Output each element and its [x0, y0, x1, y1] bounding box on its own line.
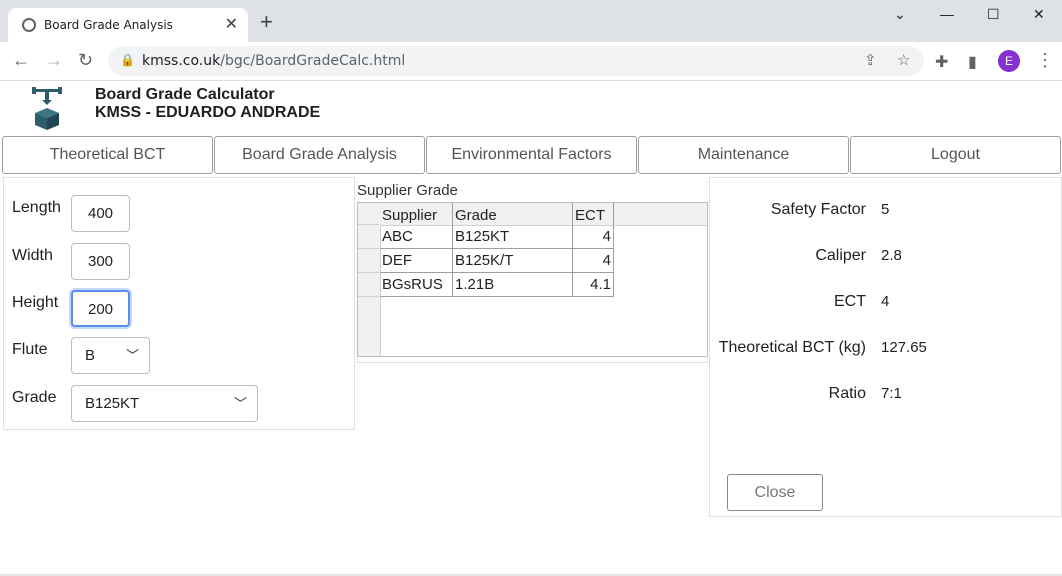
- column-header-supplier[interactable]: Supplier: [380, 203, 453, 225]
- extensions-puzzle-icon[interactable]: ✚: [935, 52, 948, 72]
- window-close-icon[interactable]: ✕: [1033, 6, 1045, 23]
- tab-board-grade-analysis[interactable]: Board Grade Analysis: [214, 136, 425, 174]
- supplier-panel-border: [357, 358, 708, 363]
- browser-tabstrip: Board Grade Analysis ✕ + ⌄ — ☐ ✕: [0, 0, 1062, 42]
- height-input[interactable]: 200: [71, 290, 130, 327]
- tab-maintenance[interactable]: Maintenance: [638, 136, 849, 174]
- corner-cell: [358, 203, 379, 225]
- row-selector[interactable]: [358, 273, 379, 297]
- table-cell[interactable]: ABC: [380, 225, 453, 249]
- flute-value: B: [85, 347, 96, 364]
- table-cell[interactable]: 1.21B: [453, 273, 573, 297]
- table-cell[interactable]: 4: [573, 225, 614, 249]
- app-title: Board Grade Calculator: [95, 86, 275, 103]
- url-input[interactable]: 🔒 kmss.co.uk/bgc/BoardGradeCalc.html ⇪ ☆: [108, 46, 924, 76]
- row-selector[interactable]: [358, 225, 379, 249]
- height-label: Height: [12, 294, 59, 311]
- length-label: Length: [12, 199, 61, 216]
- flute-label: Flute: [12, 341, 48, 358]
- minimize-icon[interactable]: —: [940, 6, 954, 22]
- chevron-down-icon: ﹀: [125, 348, 139, 363]
- close-button[interactable]: Close: [727, 474, 823, 511]
- grade-value: B125KT: [85, 395, 140, 412]
- tab-logout[interactable]: Logout: [850, 136, 1061, 174]
- bookmark-star-icon[interactable]: ☆: [897, 51, 910, 69]
- width-label: Width: [12, 247, 53, 264]
- ratio-label: Ratio: [828, 385, 866, 402]
- safety-factor-label: Safety Factor: [770, 201, 866, 218]
- supplier-grade-caption: Supplier Grade: [357, 182, 458, 199]
- side-panel-icon[interactable]: ▮: [968, 52, 977, 72]
- row-header-column: [358, 203, 381, 356]
- lock-icon: 🔒: [120, 53, 135, 67]
- column-header-grade[interactable]: Grade: [453, 203, 573, 225]
- ratio-value: 7:1: [881, 385, 902, 402]
- ect-label: ECT: [834, 293, 866, 310]
- tab-environmental-factors[interactable]: Environmental Factors: [426, 136, 637, 174]
- profile-avatar[interactable]: E: [998, 50, 1020, 72]
- share-icon[interactable]: ⇪: [864, 51, 877, 69]
- menu-kebab-icon[interactable]: ⋮: [1036, 50, 1054, 71]
- ect-value: 4: [881, 293, 890, 310]
- table-cell[interactable]: 4: [573, 249, 614, 273]
- table-cell[interactable]: DEF: [380, 249, 453, 273]
- grade-label: Grade: [12, 389, 57, 406]
- tab-close-icon[interactable]: ✕: [225, 14, 238, 34]
- caliper-label: Caliper: [815, 247, 866, 264]
- url-text: kmss.co.uk/bgc/BoardGradeCalc.html: [142, 53, 406, 69]
- tab-title: Board Grade Analysis: [44, 18, 173, 32]
- width-input[interactable]: 300: [71, 243, 130, 280]
- address-bar: ← → ↻ 🔒 kmss.co.uk/bgc/BoardGradeCalc.ht…: [0, 42, 1062, 81]
- table-cell[interactable]: BGsRUS: [380, 273, 453, 297]
- theoretical-bct-value: 127.65: [881, 339, 927, 356]
- back-arrow-icon[interactable]: ←: [12, 50, 30, 71]
- caliper-value: 2.8: [881, 247, 902, 264]
- chevron-down-icon: ﹀: [233, 396, 247, 411]
- new-tab-icon[interactable]: +: [260, 11, 273, 33]
- tab-search-chevron-icon[interactable]: ⌄: [894, 6, 906, 23]
- length-input[interactable]: 400: [71, 195, 130, 232]
- grade-select[interactable]: B125KT ﹀: [71, 385, 258, 422]
- column-header-ect[interactable]: ECT: [573, 203, 614, 225]
- flute-select[interactable]: B ﹀: [71, 337, 150, 374]
- app-user: KMSS - EDUARDO ANDRADE: [95, 104, 321, 121]
- table-cell[interactable]: B125KT: [453, 225, 573, 249]
- browser-tab[interactable]: Board Grade Analysis ✕: [8, 8, 248, 42]
- theoretical-bct-label: Theoretical BCT (kg): [718, 339, 866, 356]
- box-lift-logo-icon: [32, 87, 62, 130]
- supplier-grade-table: Supplier Grade ECT ABC B125KT 4 DEF B125…: [357, 202, 708, 357]
- table-cell[interactable]: 4.1: [573, 273, 614, 297]
- reload-icon[interactable]: ↻: [78, 50, 93, 71]
- safety-factor-value: 5: [881, 201, 890, 218]
- maximize-icon[interactable]: ☐: [987, 6, 1000, 23]
- forward-arrow-icon[interactable]: →: [45, 50, 63, 71]
- tab-theoretical-bct[interactable]: Theoretical BCT: [2, 136, 213, 174]
- row-selector[interactable]: [358, 249, 379, 273]
- table-cell[interactable]: B125K/T: [453, 249, 573, 273]
- globe-icon: [22, 18, 36, 32]
